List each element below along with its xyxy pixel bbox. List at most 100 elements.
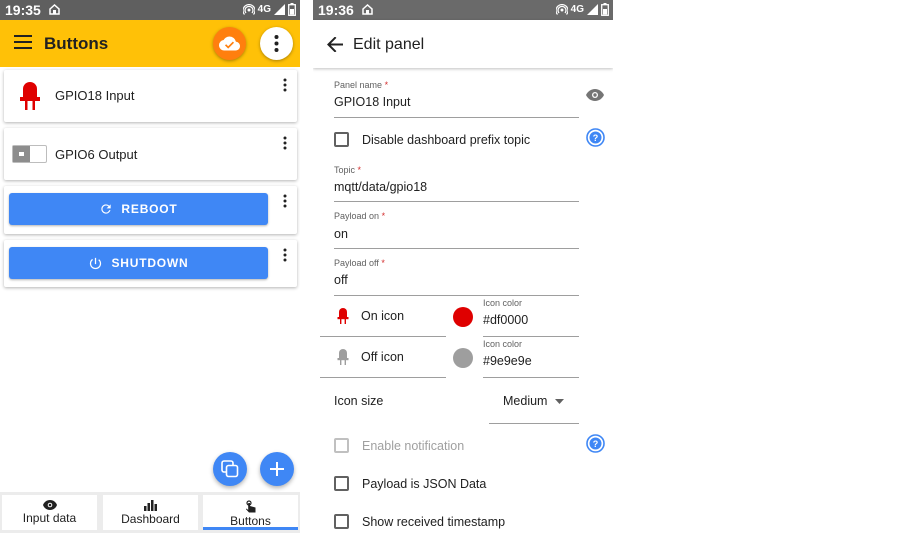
menu-icon[interactable] [14, 35, 32, 49]
payload-off-field[interactable]: Payload off * off [334, 258, 579, 296]
shutdown-button[interactable]: SHUTDOWN [9, 247, 268, 279]
payload-on-field[interactable]: Payload on * on [334, 211, 579, 249]
cloud-done-icon [219, 36, 240, 51]
notification-icon [49, 4, 60, 15]
network-type: 4G [257, 4, 271, 15]
tab-label: Dashboard [121, 512, 180, 526]
back-arrow-icon[interactable] [327, 37, 343, 52]
panel-card-shutdown: SHUTDOWN [4, 240, 297, 287]
buttons-screen: 19:35 4G Buttons GPIO18 Input GPIO6 Outp… [0, 0, 300, 533]
more-vert-icon [274, 35, 279, 52]
on-color-input[interactable]: #df0000 [483, 313, 528, 327]
led-icon [20, 82, 40, 110]
tab-dashboard[interactable]: Dashboard [103, 495, 198, 530]
payload-off-input[interactable]: off [334, 273, 348, 287]
tab-label: Buttons [230, 514, 271, 528]
hotspot-icon [242, 3, 255, 15]
status-icons: 4G [242, 3, 296, 16]
add-icon [270, 462, 284, 476]
notification-icon [362, 4, 373, 15]
show-timestamp-label: Show received timestamp [362, 515, 506, 529]
copy-panel-button[interactable] [213, 452, 247, 486]
payload-json-checkbox[interactable] [334, 476, 349, 491]
bottom-navigation: Input data Dashboard Buttons [0, 492, 300, 533]
field-label: Payload on * [334, 211, 386, 221]
hotspot-icon [555, 3, 568, 15]
help-icon[interactable]: ? [586, 434, 605, 453]
app-bar: Buttons [0, 20, 300, 67]
eye-icon [42, 500, 57, 510]
panel-label: GPIO6 Output [55, 147, 138, 162]
on-color-swatch[interactable] [453, 307, 473, 327]
tab-label: Input data [22, 511, 77, 525]
icon-size-label: Icon size [334, 394, 384, 408]
panel-card-gpio6[interactable]: GPIO6 Output [4, 128, 297, 180]
signal-icon [274, 4, 285, 15]
reboot-button[interactable]: REBOOT [9, 193, 268, 225]
panel-card-reboot: REBOOT [4, 186, 297, 234]
signal-icon [587, 4, 598, 15]
off-icon-label: Off icon [361, 350, 404, 364]
card-menu-icon[interactable] [283, 78, 287, 92]
topic-field[interactable]: Topic * mqtt/data/gpio18 [334, 165, 579, 202]
help-icon[interactable]: ? [586, 128, 605, 147]
on-icon-label: On icon [361, 309, 405, 323]
bar-chart-icon [144, 500, 157, 511]
enable-notification-checkbox[interactable] [334, 438, 349, 453]
payload-on-input[interactable]: on [334, 227, 348, 241]
svg-text:?: ? [593, 439, 599, 449]
field-label: Panel name * [334, 80, 389, 90]
panel-name-input[interactable]: GPIO18 Input [334, 95, 410, 109]
network-type: 4G [570, 4, 584, 15]
disable-prefix-label: Disable dashboard prefix topic [362, 133, 531, 147]
tab-input-data[interactable]: Input data [2, 495, 97, 530]
power-icon [90, 257, 102, 269]
field-label: Topic * [334, 165, 362, 175]
topic-input[interactable]: mqtt/data/gpio18 [334, 180, 427, 194]
add-panel-button[interactable] [260, 452, 294, 486]
off-icon-selector[interactable]: Off icon [320, 338, 446, 378]
page-title: Buttons [44, 34, 109, 53]
card-menu-icon[interactable] [283, 194, 287, 208]
field-label: Icon color [483, 298, 523, 308]
app-bar: Edit panel [313, 20, 613, 68]
reboot-label: REBOOT [121, 202, 178, 216]
panel-card-gpio18[interactable]: GPIO18 Input [4, 70, 297, 122]
status-time: 19:35 [5, 2, 41, 18]
status-bar: 19:35 4G [0, 0, 300, 20]
status-bar: 19:36 4G [313, 0, 613, 20]
svg-text:?: ? [593, 133, 599, 143]
more-options-button[interactable] [260, 27, 293, 60]
dropdown-arrow-icon [555, 399, 564, 404]
field-label: Payload off * [334, 258, 385, 268]
visibility-icon[interactable] [586, 89, 604, 101]
icon-size-value: Medium [503, 394, 548, 408]
off-color-input[interactable]: #9e9e9e [483, 354, 532, 368]
on-icon-selector[interactable]: On icon [320, 297, 446, 337]
show-timestamp-checkbox[interactable] [334, 514, 349, 529]
toggle-switch[interactable] [12, 145, 47, 163]
cloud-button[interactable] [213, 27, 246, 60]
card-menu-icon[interactable] [283, 248, 287, 262]
edit-panel-screen: 19:36 4G Edit panel Panel name * GPIO18 … [313, 0, 613, 533]
page-title: Edit panel [353, 36, 425, 53]
on-color-field[interactable]: Icon color #df0000 [483, 297, 579, 337]
refresh-icon [101, 204, 112, 214]
disable-prefix-checkbox[interactable] [334, 132, 349, 147]
copy-icon [221, 460, 239, 478]
touch-icon [245, 500, 255, 513]
status-time: 19:36 [318, 2, 354, 18]
panel-label: GPIO18 Input [55, 88, 135, 103]
card-menu-icon[interactable] [283, 136, 287, 150]
enable-notification-label: Enable notification [362, 439, 465, 453]
off-color-field[interactable]: Icon color #9e9e9e [483, 338, 579, 378]
off-color-swatch[interactable] [453, 348, 473, 368]
icon-size-select[interactable]: Medium [489, 386, 579, 424]
panel-name-field[interactable]: Panel name * GPIO18 Input [334, 80, 579, 118]
field-label: Icon color [483, 339, 523, 349]
battery-icon [288, 3, 296, 16]
status-icons: 4G [555, 3, 609, 16]
payload-json-label: Payload is JSON Data [362, 477, 487, 491]
tab-buttons[interactable]: Buttons [203, 495, 298, 530]
battery-icon [601, 3, 609, 16]
